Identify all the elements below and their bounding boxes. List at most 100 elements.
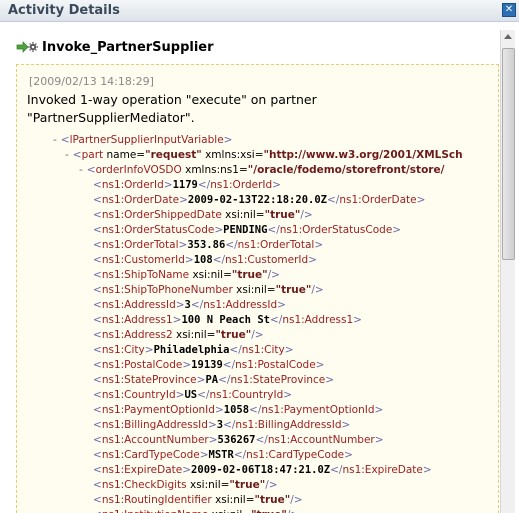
xml-field-row: <ns1:BillingAddressId>3</ns1:BillingAddr… (93, 419, 351, 431)
entry-message-line: "PartnerSupplierMediator". (27, 110, 195, 125)
xml-field-value: 536267 (217, 434, 256, 446)
dialog-titlebar: Activity Details ✕ (0, 0, 519, 22)
xml-field-tag: ns1:ExpireDate (101, 464, 183, 476)
entry-message-line: Invoked 1-way operation "execute" on par… (27, 92, 317, 107)
xml-field-tag: ns1:BillingAddressId (101, 419, 208, 431)
activity-name: Invoke_PartnerSupplier (42, 39, 214, 55)
xml-field-nil: true (281, 284, 306, 296)
xml-field-tag: ns1:CustomerId (101, 254, 185, 266)
xml-field-value: PENDING (223, 224, 268, 236)
xml-field-row: <ns1:OrderId>1179</ns1:OrderId> (93, 179, 281, 191)
xml-field-row: <ns1:PostalCode>19139</ns1:PostalCode> (93, 359, 325, 371)
entry-message: Invoked 1-way operation "execute" on par… (27, 91, 487, 127)
xml-field-row: <ns1:CardTypeCode>MSTR</ns1:CardTypeCode… (93, 449, 353, 461)
xml-field-row: <ns1:CustomerId>108</ns1:CustomerId> (93, 254, 317, 266)
xml-field-row: <ns1:City>Philadelphia</ns1:City> (93, 344, 294, 356)
xml-field-tag: ns1:CountryId (101, 389, 176, 401)
xml-field-close-tag: ns1:OrderStatusCode (279, 224, 393, 236)
collapse-minus-icon[interactable]: - (79, 164, 83, 176)
xml-field-close-tag: ns1:PostalCode (235, 359, 316, 371)
xml-field-nil: true (220, 329, 246, 341)
xml-field-value: 353.86 (187, 239, 226, 251)
invoke-arrow-gear-icon (16, 41, 38, 53)
xml-field-value: US (184, 389, 198, 401)
xml-field-close-tag: ns1:CardTypeCode (246, 449, 345, 461)
xml-field-close-tag: ns1:OrderTotal (237, 239, 315, 251)
order-xmlns-attr: xmlns:ns1 (185, 164, 239, 176)
collapse-minus-icon[interactable]: - (53, 134, 57, 146)
xml-field-row: <ns1:ExpireDate>2009-02-06T18:47:21.0Z</… (93, 464, 432, 476)
xml-field-close-tag: ns1:OrderId (210, 179, 273, 191)
xml-field-close-tag: ns1:BillingAddressId (235, 419, 342, 431)
xml-field-tag: ns1:OrderStatusCode (101, 224, 215, 236)
xml-field-value: 2009-02-13T22:18:20.0Z (187, 194, 327, 206)
xml-field-tag: ns1:ShipToPhoneNumber (101, 284, 233, 296)
part-name-value: request (150, 149, 197, 161)
xml-field-value: PA (205, 374, 219, 386)
xml-field-close-tag: ns1:City (241, 344, 285, 356)
xml-field-row: <ns1:Address1>100 N Peach St</ns1:Addres… (93, 314, 362, 326)
xml-field-value: 1058 (223, 404, 250, 416)
xml-field-tag: ns1:OrderDate (101, 194, 180, 206)
xml-field-nil: true (259, 494, 285, 506)
order-elem-tag: orderInfoVOSDO (95, 164, 182, 176)
collapse-minus-icon[interactable]: - (65, 149, 69, 161)
xml-field-row: <ns1:CheckDigits xsi:nil="true"/> (93, 479, 278, 491)
xml-field-tag: ns1:Address1 (101, 314, 173, 326)
xml-field-nil: true (257, 509, 282, 513)
xml-root-tag: lPartnerSupplierInputVariable (69, 134, 224, 146)
xml-field-tag: ns1:AccountNumber (101, 434, 209, 446)
xml-field-value: Philadelphia (153, 344, 230, 356)
xml-field-tag: ns1:PaymentOptionId (101, 404, 215, 416)
part-xmlns-attr: xmlns:xsi (205, 149, 255, 161)
xml-field-row: <ns1:InstitutionName xsi:nil="true"/> (93, 508, 299, 513)
order-xmlns-value: /oracle/fodemo/storefront/store/ (253, 164, 445, 176)
xml-field-close-tag: ns1:ExpireDate (342, 464, 423, 476)
xml-field-close-tag: ns1:AddressId (203, 299, 278, 311)
xml-field-tag: ns1:AddressId (101, 299, 176, 311)
xml-field-close-tag: ns1:StateProvince (230, 374, 326, 386)
activity-detail-panel: [2009/02/13 14:18:29] Invoked 1-way oper… (16, 64, 499, 513)
xml-field-tag: ns1:PostalCode (101, 359, 183, 371)
xml-field-value: 108 (193, 254, 213, 266)
xml-field-row: <ns1:AddressId>3</ns1:AddressId> (93, 299, 286, 311)
xml-field-close-tag: ns1:AccountNumber (267, 434, 375, 446)
scroll-thumb[interactable] (502, 48, 515, 260)
xml-field-row: <ns1:Address2 xsi:nil="true"/> (93, 329, 264, 341)
xml-field-row: <ns1:OrderShippedDate xsi:nil="true"/> (93, 209, 313, 221)
xml-order-row: - <orderInfoVOSDO xmlns:ns1="/oracle/fode… (79, 164, 445, 176)
activity-heading: Invoke_PartnerSupplier (16, 39, 214, 55)
xml-field-row: <ns1:ShipToName xsi:nil="true"/> (93, 269, 280, 281)
xml-root-row: - <lPartnerSupplierInputVariable> (53, 134, 233, 146)
xml-field-close-tag: ns1:CountryId (209, 389, 284, 401)
xml-field-tag: ns1:OrderTotal (101, 239, 179, 251)
xml-part-row: - <part name="request" xmlns:xsi="http://… (65, 149, 463, 161)
xml-field-value: 1179 (172, 179, 198, 191)
entry-timestamp: [2009/02/13 14:18:29] (29, 75, 154, 88)
xml-field-row: <ns1:CountryId>US</ns1:CountryId> (93, 389, 293, 401)
vertical-scrollbar[interactable] (500, 30, 515, 513)
part-xmlns-value: http://www.w3.org/2001/XMLSch (269, 149, 463, 161)
xml-field-row: <ns1:StateProvince>PA</ns1:StateProvince… (93, 374, 335, 386)
close-icon[interactable]: ✕ (502, 3, 516, 17)
xml-field-nil: true (234, 479, 260, 491)
xml-field-value: 19139 (191, 359, 223, 371)
xml-field-row: <ns1:ShipToPhoneNumber xsi:nil="true"/> (93, 284, 324, 296)
xml-field-tag: ns1:ShipToName (101, 269, 190, 281)
xml-field-tag: ns1:OrderId (101, 179, 164, 191)
xml-field-tag: ns1:Address2 (101, 329, 173, 341)
xml-field-tag: ns1:StateProvince (101, 374, 197, 386)
xml-field-nil: true (270, 209, 295, 221)
xml-field-tag: ns1:CardTypeCode (101, 449, 200, 461)
xml-field-row: <ns1:AccountNumber>536267</ns1:AccountNu… (93, 434, 384, 446)
xml-field-value: 100 N Peach St (181, 314, 270, 326)
scroll-up-icon[interactable] (504, 34, 512, 39)
xml-field-row: <ns1:RoutingIdentifier xsi:nil="true"/> (93, 494, 303, 506)
xml-field-row: <ns1:OrderTotal>353.86</ns1:OrderTotal> (93, 239, 324, 251)
xml-field-close-tag: ns1:PaymentOptionId (261, 404, 375, 416)
xml-field-tag: ns1:RoutingIdentifier (101, 494, 212, 506)
xml-field-row: <ns1:PaymentOptionId>1058</ns1:PaymentOp… (93, 404, 384, 416)
xml-field-close-tag: ns1:OrderDate (339, 194, 417, 206)
dialog-title: Activity Details (8, 3, 120, 18)
xml-field-tag: ns1:City (101, 344, 145, 356)
